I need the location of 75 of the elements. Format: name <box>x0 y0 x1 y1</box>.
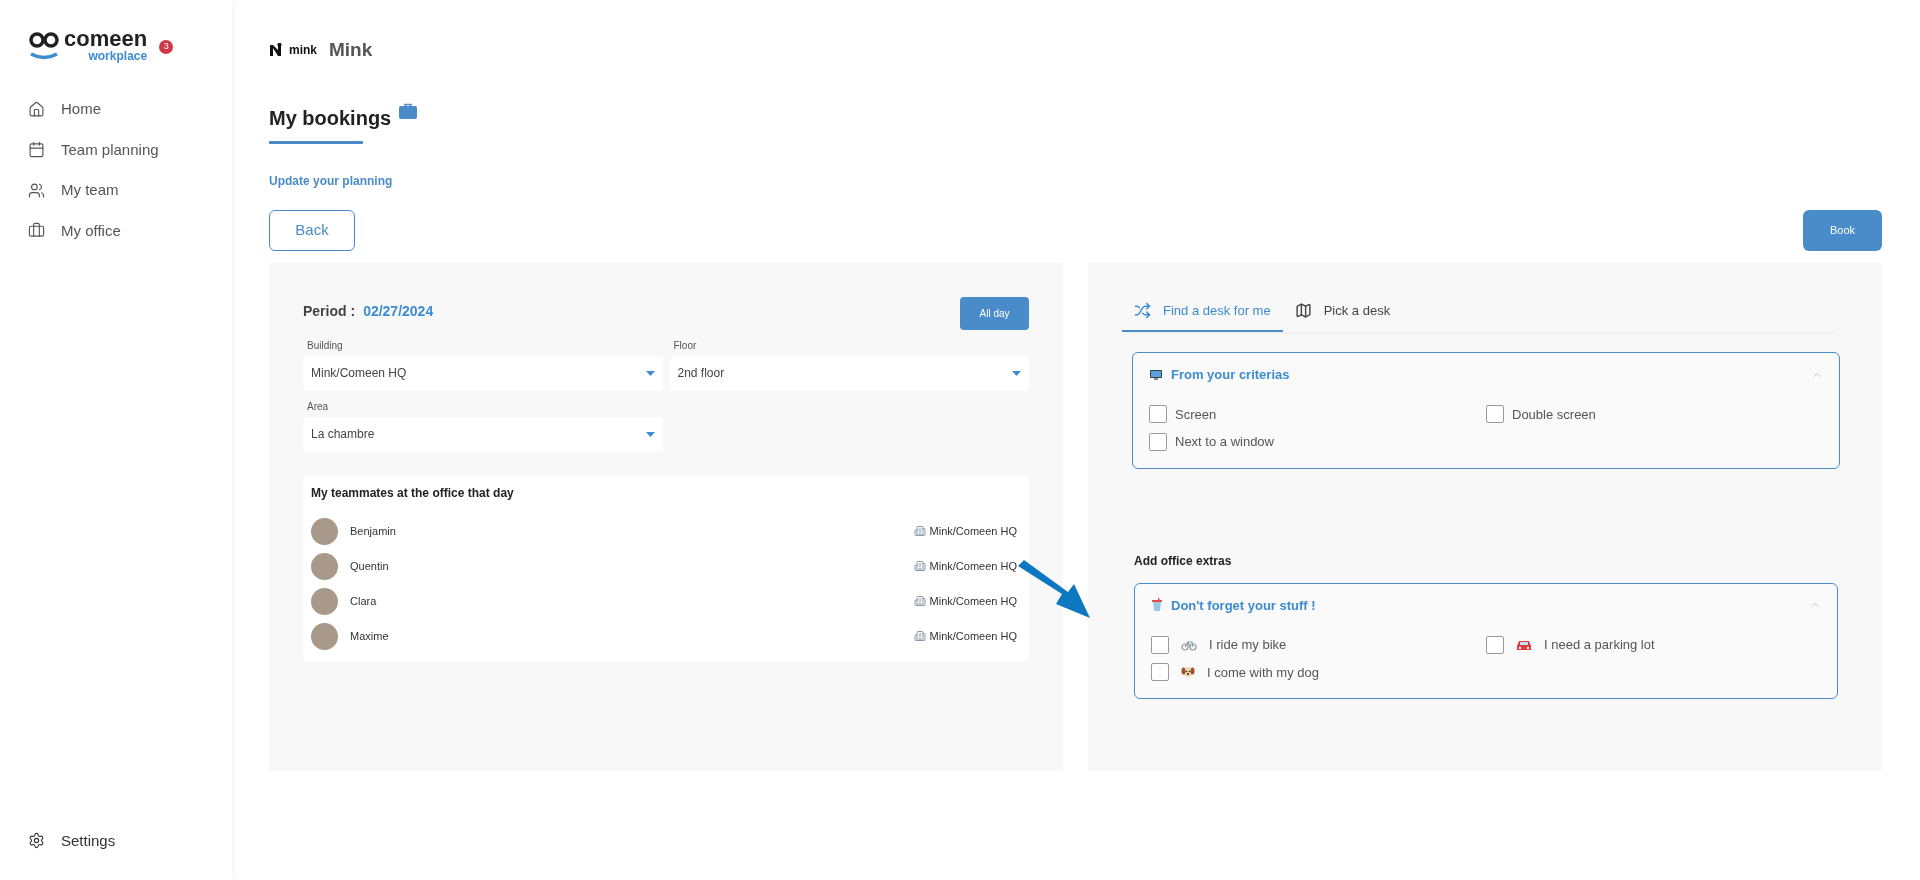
accordion-title[interactable]: From your criterias <box>1171 365 1290 385</box>
checkbox[interactable] <box>1486 405 1504 424</box>
field-label: Floor <box>672 338 698 353</box>
users-icon <box>28 181 45 199</box>
building-icon <box>913 595 926 607</box>
pointer-arrow <box>1018 560 1090 618</box>
teammate-name: Maxime <box>350 628 389 644</box>
dropdown-caret-icon <box>645 370 655 376</box>
option-label: I need a parking lot <box>1544 636 1655 654</box>
bike-icon <box>1181 638 1197 651</box>
page-title: My bookings <box>269 105 392 131</box>
teammates-title: My teammates at the office that day <box>311 484 515 502</box>
back-button[interactable]: Back <box>269 209 355 251</box>
checkbox[interactable] <box>1151 663 1169 682</box>
tab[interactable]: Pick a desk <box>1282 300 1403 332</box>
period-value: 02/27/2024 <box>363 301 434 321</box>
dropdown-field[interactable]: Mink/Comeen HQ <box>303 355 663 391</box>
period-label: Period : <box>303 301 356 321</box>
monitor-icon <box>1149 367 1163 382</box>
settings-icon <box>28 832 45 850</box>
avatar <box>311 517 338 545</box>
avatar <box>311 552 338 580</box>
avatar <box>311 587 338 615</box>
book-button[interactable]: Book <box>1803 209 1882 251</box>
logo-text: comeen <box>64 28 148 50</box>
teammate-name: Clara <box>350 593 377 609</box>
briefcase-icon <box>28 222 45 240</box>
avatar <box>311 622 338 650</box>
map-icon <box>1294 301 1312 319</box>
dropdown-field[interactable]: La chambre <box>303 416 663 452</box>
nav-item[interactable]: Home <box>24 94 208 125</box>
building-icon <box>913 630 926 642</box>
checkbox[interactable] <box>1151 635 1169 654</box>
option-label: Double screen <box>1512 405 1596 424</box>
extras-heading: Add office extras <box>1134 552 1232 570</box>
teammate-location: Mink/Comeen HQ <box>929 628 1017 644</box>
teammate-location: Mink/Comeen HQ <box>929 593 1017 609</box>
field-label: Building <box>306 338 344 353</box>
car-icon <box>1516 638 1532 651</box>
dropdown-field[interactable]: 2nd floor <box>669 355 1029 391</box>
dropdown-caret-icon <box>645 431 655 437</box>
home-icon <box>28 100 45 118</box>
option-label: Screen <box>1175 405 1217 424</box>
option-label: I come with my dog <box>1207 663 1319 682</box>
teammate-location: Mink/Comeen HQ <box>929 523 1017 539</box>
option-label: Next to a window <box>1175 433 1274 451</box>
update-planning-link[interactable]: Update your planning <box>269 171 393 190</box>
calendar-icon <box>28 141 45 159</box>
all-day-button[interactable]: All day <box>960 296 1029 330</box>
option-label: I ride my bike <box>1209 636 1287 654</box>
settings-link[interactable]: Settings <box>0 829 232 852</box>
checkbox[interactable] <box>1149 405 1167 424</box>
nav-item[interactable]: My team <box>24 175 208 206</box>
cup-icon <box>1151 598 1163 613</box>
dropdown-caret-icon <box>1012 370 1021 376</box>
teammate-name: Quentin <box>350 558 389 574</box>
company-logo-text: mink <box>289 42 317 60</box>
nav-item[interactable]: My office <box>24 215 208 246</box>
briefcase-icon <box>399 102 418 119</box>
teammate-location: Mink/Comeen HQ <box>929 558 1017 574</box>
company-name: Mink <box>329 38 373 62</box>
building-icon <box>913 560 926 572</box>
teammate-name: Benjamin <box>350 523 396 539</box>
notification-badge: 3 <box>159 40 174 54</box>
checkbox[interactable] <box>1486 635 1504 654</box>
nav-item[interactable]: Team planning <box>24 134 208 165</box>
shuffle-icon <box>1134 301 1151 319</box>
building-icon <box>913 525 926 537</box>
tab[interactable]: Find a desk for me <box>1122 300 1283 332</box>
dog-icon <box>1181 665 1195 680</box>
company-logo-icon <box>269 43 285 58</box>
field-label: Area <box>306 399 330 414</box>
checkbox[interactable] <box>1149 432 1167 451</box>
logo-icon <box>28 30 60 60</box>
logo-subtitle: workplace <box>88 50 148 62</box>
